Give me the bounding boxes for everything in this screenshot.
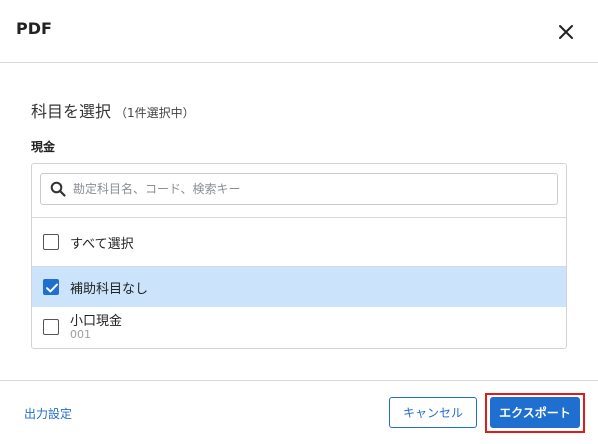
list-item[interactable]: 小口現金 001 xyxy=(32,307,566,348)
selected-count: （1件選択中） xyxy=(115,106,195,120)
dialog-title: PDF xyxy=(16,19,52,38)
search-box[interactable] xyxy=(40,173,558,205)
output-settings-link[interactable]: 出力設定 xyxy=(24,405,72,422)
item-label: 補助科目なし xyxy=(70,282,149,297)
item-code: 001 xyxy=(70,328,91,341)
item-checkbox[interactable] xyxy=(43,319,59,335)
select-all-label: すべて選択 xyxy=(70,237,134,252)
dialog-header: PDF xyxy=(0,0,598,63)
search-input[interactable] xyxy=(73,174,543,204)
account-list-panel: すべて選択 補助科目なし 小口現金 001 xyxy=(31,163,567,349)
dialog-footer: 出力設定 キャンセル エクスポート xyxy=(0,380,598,444)
list-item[interactable]: 補助科目なし xyxy=(32,267,566,307)
item-label: 小口現金 xyxy=(70,314,123,329)
heading-text: 科目を選択 xyxy=(31,102,112,121)
search-area xyxy=(32,164,566,218)
item-checkbox-checked[interactable] xyxy=(43,279,59,295)
select-account-heading: 科目を選択 （1件選択中） xyxy=(31,98,195,122)
export-button[interactable]: エクスポート xyxy=(490,397,580,428)
close-icon[interactable] xyxy=(556,22,576,42)
select-all-row[interactable]: すべて選択 xyxy=(32,218,566,267)
account-name: 現金 xyxy=(31,140,56,154)
select-all-checkbox[interactable] xyxy=(43,234,59,250)
cancel-button[interactable]: キャンセル xyxy=(389,397,477,428)
search-icon xyxy=(50,181,66,197)
